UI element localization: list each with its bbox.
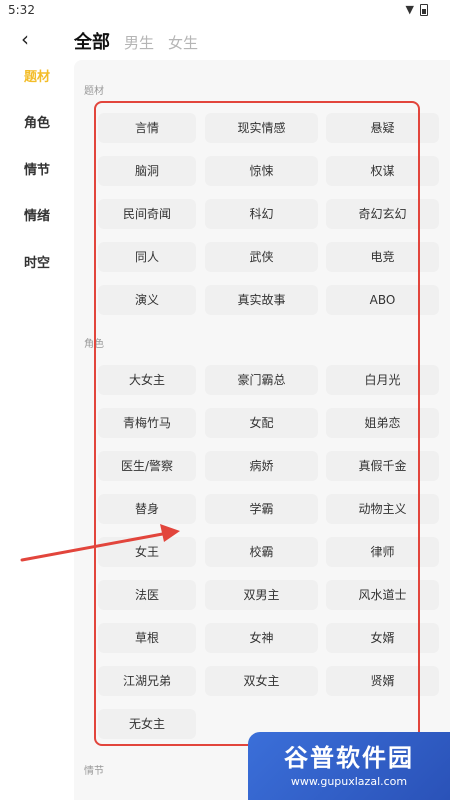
- tab-all[interactable]: 全部: [74, 28, 110, 54]
- tag-chip[interactable]: 青梅竹马: [98, 408, 196, 438]
- sidebar-item-emotion[interactable]: 情绪: [0, 205, 74, 224]
- tag-chip[interactable]: 江湖兄弟: [98, 666, 196, 696]
- header: ‹ 全部 男生 女生: [0, 22, 450, 60]
- tag-chip[interactable]: 武侠: [205, 242, 318, 272]
- tag-chip[interactable]: 校霸: [205, 537, 318, 567]
- section-title-theme: 题材: [84, 86, 104, 97]
- tab-male[interactable]: 男生: [124, 32, 154, 53]
- wifi-icon: ▼: [405, 3, 414, 16]
- tag-chip[interactable]: 双男主: [205, 580, 318, 610]
- tag-chip[interactable]: 风水道士: [326, 580, 439, 610]
- sidebar-item-plot[interactable]: 情节: [0, 159, 74, 178]
- tag-chip[interactable]: 姐弟恋: [326, 408, 439, 438]
- sidebar-item-theme[interactable]: 题材: [0, 66, 74, 85]
- tag-content: 题材 角色 情节 言情 现实情感 悬疑脑洞 惊悚 权谋民间奇闻 科幻 奇幻玄幻同人 武侠 电竞演…: [74, 60, 450, 800]
- tag-chip[interactable]: 悬疑: [326, 113, 439, 143]
- gender-tabs: 全部 男生 女生: [74, 28, 198, 54]
- tag-chip[interactable]: 白月光: [326, 365, 439, 395]
- tag-chip[interactable]: 脑洞: [98, 156, 196, 186]
- tag-chip[interactable]: 医生/警察: [98, 451, 196, 481]
- status-icons: ▼: [406, 3, 428, 16]
- chevron-left-icon: ‹: [21, 27, 29, 51]
- tag-chip[interactable]: 大女主: [98, 365, 196, 395]
- section-title-plot: 情节: [84, 766, 104, 777]
- tag-chip[interactable]: 动物主义: [326, 494, 439, 524]
- sidebar-item-spacetime[interactable]: 时空: [0, 252, 74, 271]
- watermark: 谷普软件园 www.gupuxlazal.com: [248, 732, 450, 800]
- tag-chip[interactable]: 奇幻玄幻: [326, 199, 439, 229]
- tag-chip[interactable]: 科幻: [205, 199, 318, 229]
- tag-chip[interactable]: 女神: [205, 623, 318, 653]
- tag-chip[interactable]: 双女主: [205, 666, 318, 696]
- tab-female[interactable]: 女生: [168, 32, 198, 53]
- tag-chip[interactable]: 女配: [205, 408, 318, 438]
- tag-chip[interactable]: 真实故事: [205, 285, 318, 315]
- tag-chip[interactable]: 律师: [326, 537, 439, 567]
- battery-icon: [420, 3, 428, 16]
- tag-chip[interactable]: 民间奇闻: [98, 199, 196, 229]
- tag-chip[interactable]: 贤婿: [326, 666, 439, 696]
- tag-chip[interactable]: 病娇: [205, 451, 318, 481]
- tag-chip[interactable]: 法医: [98, 580, 196, 610]
- tag-chip[interactable]: 电竞: [326, 242, 439, 272]
- tag-chip[interactable]: 女婿: [326, 623, 439, 653]
- tag-chip[interactable]: 同人: [98, 242, 196, 272]
- section-title-role: 角色: [84, 339, 104, 350]
- watermark-title: 谷普软件园: [284, 744, 414, 772]
- tag-chip[interactable]: 无女主: [98, 709, 196, 739]
- watermark-url: www.gupuxlazal.com: [290, 775, 408, 788]
- tag-chip[interactable]: 草根: [98, 623, 196, 653]
- sidebar-item-role[interactable]: 角色: [0, 112, 74, 131]
- tag-chip[interactable]: 现实情感: [205, 113, 318, 143]
- tag-chip[interactable]: 惊悚: [205, 156, 318, 186]
- tag-chip[interactable]: 学霸: [205, 494, 318, 524]
- tag-chip[interactable]: 替身: [98, 494, 196, 524]
- tag-chip[interactable]: 演义: [98, 285, 196, 315]
- tag-chip[interactable]: 豪门霸总: [205, 365, 318, 395]
- back-button[interactable]: ‹: [14, 28, 36, 50]
- tag-chip[interactable]: 女王: [98, 537, 196, 567]
- status-time: 5:32: [8, 3, 35, 17]
- tag-chip[interactable]: ABO: [326, 285, 439, 315]
- category-sidebar: 题材 角色 情节 情绪 时空: [0, 60, 74, 800]
- tag-chip[interactable]: 言情: [98, 113, 196, 143]
- status-bar: 5:32 ▼: [0, 0, 450, 22]
- tag-chip[interactable]: 权谋: [326, 156, 439, 186]
- tag-chip[interactable]: 真假千金: [326, 451, 439, 481]
